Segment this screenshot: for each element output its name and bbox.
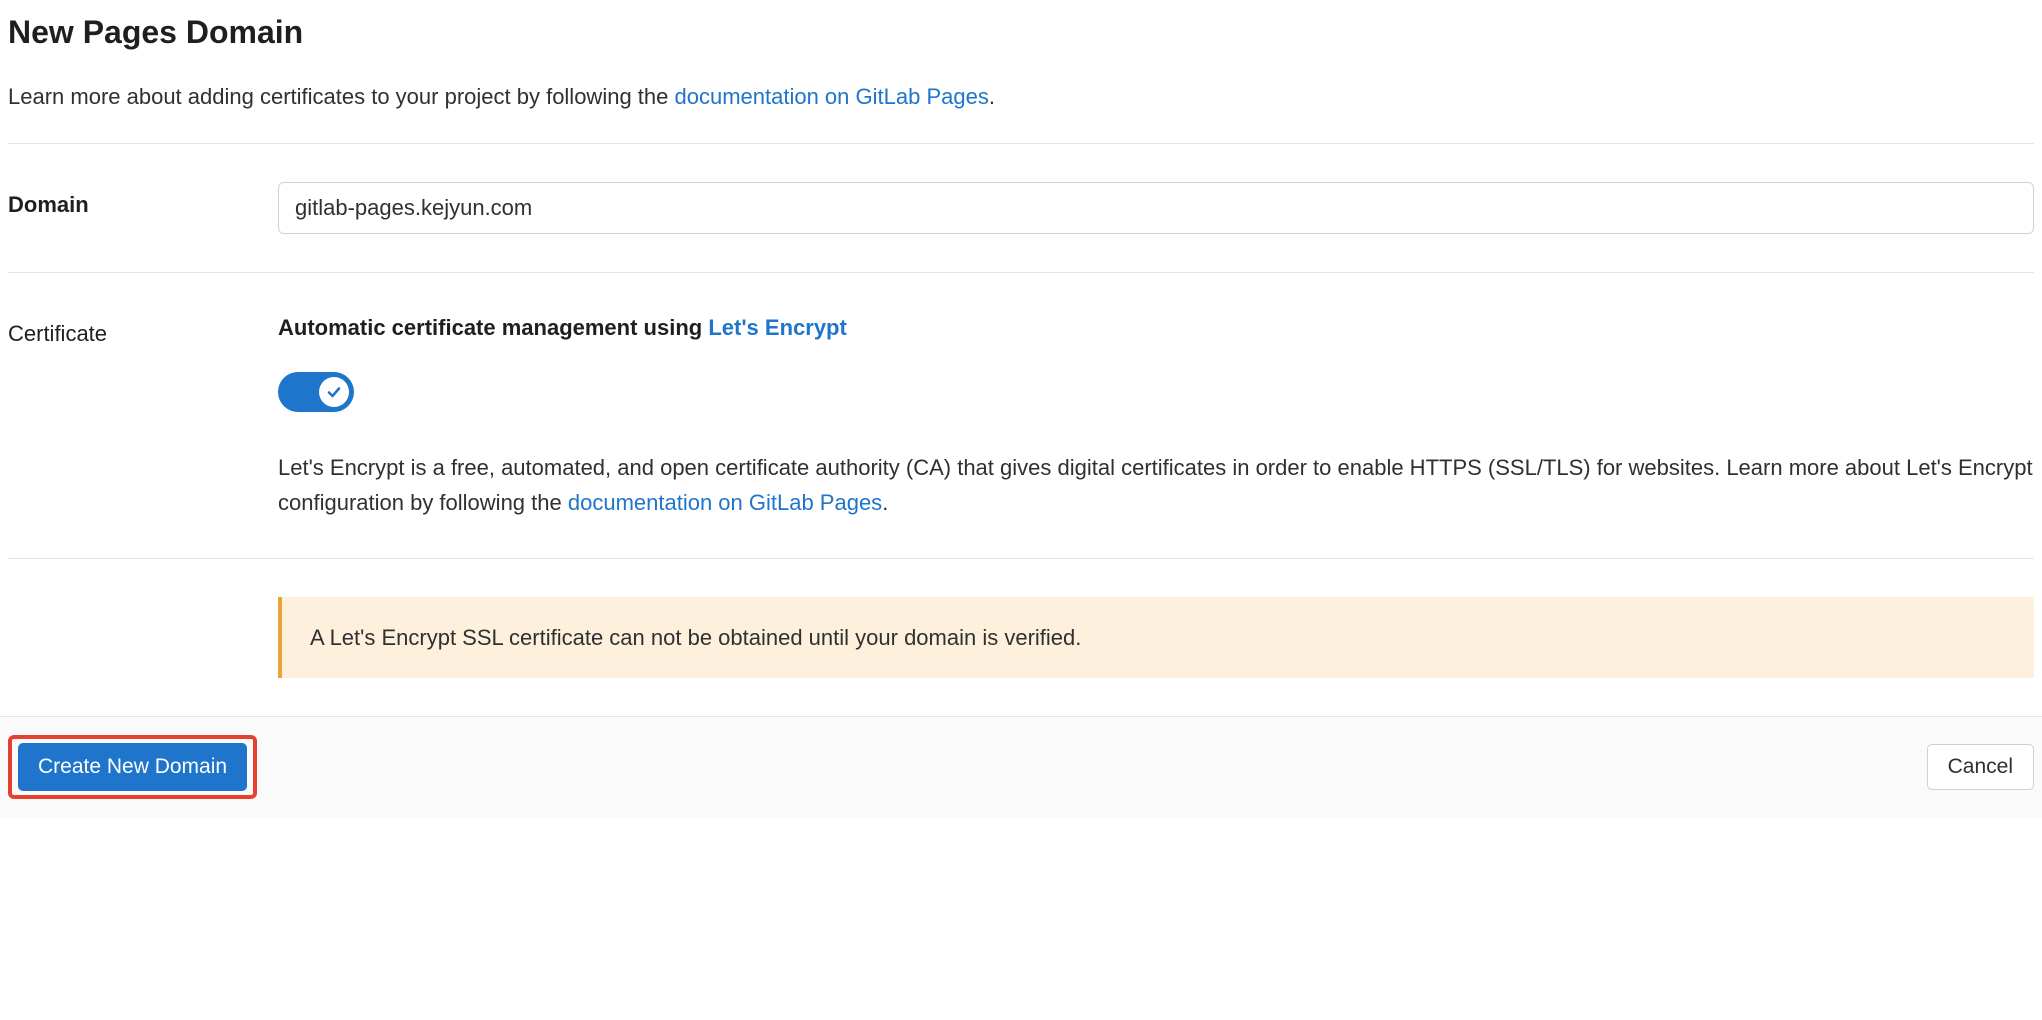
alert-message: A Let's Encrypt SSL certificate can not … <box>310 625 1081 650</box>
certificate-heading: Automatic certificate management using L… <box>278 311 2034 344</box>
toggle-knob <box>319 377 349 407</box>
footer: Create New Domain Cancel <box>0 716 2042 817</box>
certificate-heading-prefix: Automatic certificate management using <box>278 315 708 340</box>
domain-label: Domain <box>8 182 278 221</box>
intro-doc-link[interactable]: documentation on GitLab Pages <box>675 84 989 109</box>
certificate-row: Certificate Automatic certificate manage… <box>8 273 2034 558</box>
certificate-description-prefix: Let's Encrypt is a free, automated, and … <box>278 455 2033 515</box>
ssl-warning-alert: A Let's Encrypt SSL certificate can not … <box>278 597 2034 678</box>
certificate-description: Let's Encrypt is a free, automated, and … <box>278 450 2034 520</box>
check-icon <box>326 384 342 400</box>
cancel-button[interactable]: Cancel <box>1927 744 2034 790</box>
domain-input[interactable] <box>278 182 2034 234</box>
intro-text-suffix: . <box>989 84 995 109</box>
create-button-highlight: Create New Domain <box>8 735 257 799</box>
create-new-domain-button[interactable]: Create New Domain <box>18 743 247 791</box>
certificate-label: Certificate <box>8 311 278 350</box>
intro-text: Learn more about adding certificates to … <box>8 80 2034 143</box>
certificate-doc-link[interactable]: documentation on GitLab Pages <box>568 490 882 515</box>
page-title: New Pages Domain <box>8 8 2034 56</box>
intro-text-prefix: Learn more about adding certificates to … <box>8 84 675 109</box>
certificate-description-suffix: . <box>882 490 888 515</box>
lets-encrypt-link[interactable]: Let's Encrypt <box>708 315 847 340</box>
domain-row: Domain <box>8 144 2034 272</box>
auto-cert-toggle[interactable] <box>278 372 354 412</box>
